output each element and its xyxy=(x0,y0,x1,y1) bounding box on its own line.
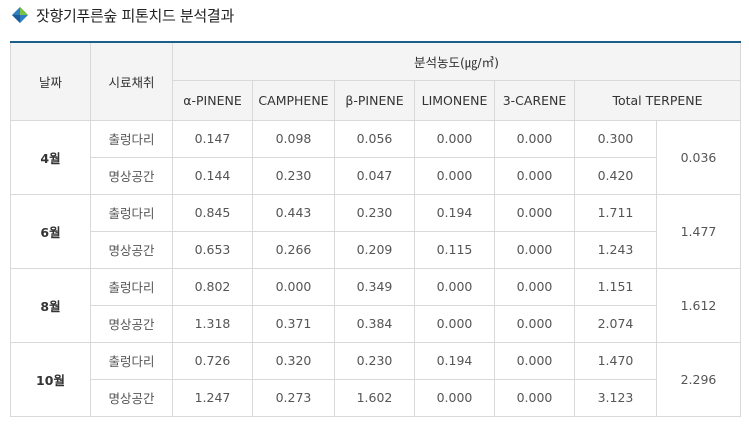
header-concentration-group: 분석농도(㎍/㎥) xyxy=(172,41,741,81)
table-row: 4월 출렁다리 0.147 0.098 0.056 0.000 0.000 0.… xyxy=(10,119,741,195)
site-cell: 출렁다리 xyxy=(90,341,173,380)
table-row: 명상공간 1.247 0.273 1.602 0.000 0.000 3.123 xyxy=(11,378,741,418)
value-cell: 0.000 xyxy=(494,230,575,269)
value-cell: 0.266 xyxy=(252,230,335,269)
value-cell: 0.115 xyxy=(414,230,495,269)
value-cell: 0.726 xyxy=(172,341,253,380)
value-cell: 0.000 xyxy=(414,267,495,306)
site-cell: 출렁다리 xyxy=(90,267,173,306)
value-cell: 0.320 xyxy=(252,341,335,380)
value-cell: 0.230 xyxy=(334,341,415,380)
total-cell: 1.711 xyxy=(574,193,657,232)
value-cell: 1.247 xyxy=(172,378,253,418)
value-cell: 0.000 xyxy=(494,193,575,232)
total-cell: 2.074 xyxy=(574,304,657,343)
value-cell: 0.000 xyxy=(494,378,575,418)
value-cell: 0.230 xyxy=(252,156,335,195)
value-cell: 0.653 xyxy=(172,230,253,269)
value-cell: 0.047 xyxy=(334,156,415,195)
total-cell: 3.123 xyxy=(574,378,657,418)
value-cell: 0.000 xyxy=(494,156,575,195)
value-cell: 0.000 xyxy=(494,304,575,343)
value-cell: 0.000 xyxy=(252,267,335,306)
header-3-carene: 3-CARENE xyxy=(494,79,575,121)
total-cell: 1.470 xyxy=(574,341,657,380)
total-cell: 1.243 xyxy=(574,230,657,269)
page-title: 잣향기푸른숲 피톤치드 분석결과 xyxy=(36,6,234,25)
value-cell: 1.602 xyxy=(334,378,415,418)
value-cell: 0.098 xyxy=(252,119,335,158)
header-total-terpene: Total TERPENE xyxy=(574,79,741,121)
header-alpha-pinene: α-PINENE xyxy=(172,79,253,121)
month-cell: 8월 xyxy=(10,267,91,343)
table-row: 6월 출렁다리 0.845 0.443 0.230 0.194 0.000 1.… xyxy=(10,193,741,269)
value-cell: 0.194 xyxy=(414,193,495,232)
month-cell: 10월 xyxy=(10,341,91,418)
header-limonene: LIMONENE xyxy=(414,79,495,121)
value-cell: 0.000 xyxy=(414,119,495,158)
header-camphene: CAMPHENE xyxy=(252,79,335,121)
header-site: 시료채취 xyxy=(90,41,173,121)
value-cell: 0.000 xyxy=(494,119,575,158)
site-cell: 출렁다리 xyxy=(90,193,173,232)
site-cell: 명상공간 xyxy=(90,304,173,343)
value-cell: 0.349 xyxy=(334,267,415,306)
value-cell: 0.147 xyxy=(172,119,253,158)
table-row: 8월 출렁다리 0.802 0.000 0.349 0.000 0.000 1.… xyxy=(10,267,741,343)
month-cell: 4월 xyxy=(10,119,91,195)
table-row: 명상공간 0.144 0.230 0.047 0.000 0.000 0.420 xyxy=(11,156,741,195)
merged-total-cell: 2.296 xyxy=(656,341,741,418)
diamond-icon xyxy=(12,7,28,23)
value-cell: 0.384 xyxy=(334,304,415,343)
total-cell: 1.151 xyxy=(574,267,657,306)
value-cell: 1.318 xyxy=(172,304,253,343)
site-cell: 출렁다리 xyxy=(90,119,173,158)
site-cell: 명상공간 xyxy=(90,156,173,195)
header-date: 날짜 xyxy=(10,41,91,121)
table-row: 명상공간 1.318 0.371 0.384 0.000 0.000 2.074 xyxy=(11,304,741,343)
page: 잣향기푸른숲 피톤치드 분석결과 날짜 시료채취 분석농도(㎍/㎥) α-PIN… xyxy=(0,0,749,427)
table-row: 명상공간 0.653 0.266 0.209 0.115 0.000 1.243 xyxy=(11,230,741,269)
merged-total-cell: 1.612 xyxy=(656,267,741,343)
title-bar: 잣향기푸른숲 피톤치드 분석결과 xyxy=(12,4,234,26)
value-cell: 0.144 xyxy=(172,156,253,195)
value-cell: 0.000 xyxy=(494,341,575,380)
header-beta-pinene: β-PINENE xyxy=(334,79,415,121)
value-cell: 0.000 xyxy=(494,267,575,306)
total-cell: 0.300 xyxy=(574,119,657,158)
value-cell: 0.000 xyxy=(414,304,495,343)
value-cell: 0.845 xyxy=(172,193,253,232)
value-cell: 0.230 xyxy=(334,193,415,232)
table-row: 10월 출렁다리 0.726 0.320 0.230 0.194 0.000 1… xyxy=(10,341,741,418)
value-cell: 0.443 xyxy=(252,193,335,232)
value-cell: 0.194 xyxy=(414,341,495,380)
analysis-table: 날짜 시료채취 분석농도(㎍/㎥) α-PINENE CAMPHENE β-PI… xyxy=(10,41,741,418)
merged-total-cell: 1.477 xyxy=(656,193,741,269)
value-cell: 0.802 xyxy=(172,267,253,306)
site-cell: 명상공간 xyxy=(90,378,173,418)
value-cell: 0.209 xyxy=(334,230,415,269)
value-cell: 0.273 xyxy=(252,378,335,418)
site-cell: 명상공간 xyxy=(90,230,173,269)
value-cell: 0.000 xyxy=(414,378,495,418)
total-cell: 0.420 xyxy=(574,156,657,195)
value-cell: 0.056 xyxy=(334,119,415,158)
merged-total-cell: 0.036 xyxy=(656,119,741,195)
value-cell: 0.371 xyxy=(252,304,335,343)
month-cell: 6월 xyxy=(10,193,91,269)
value-cell: 0.000 xyxy=(414,156,495,195)
